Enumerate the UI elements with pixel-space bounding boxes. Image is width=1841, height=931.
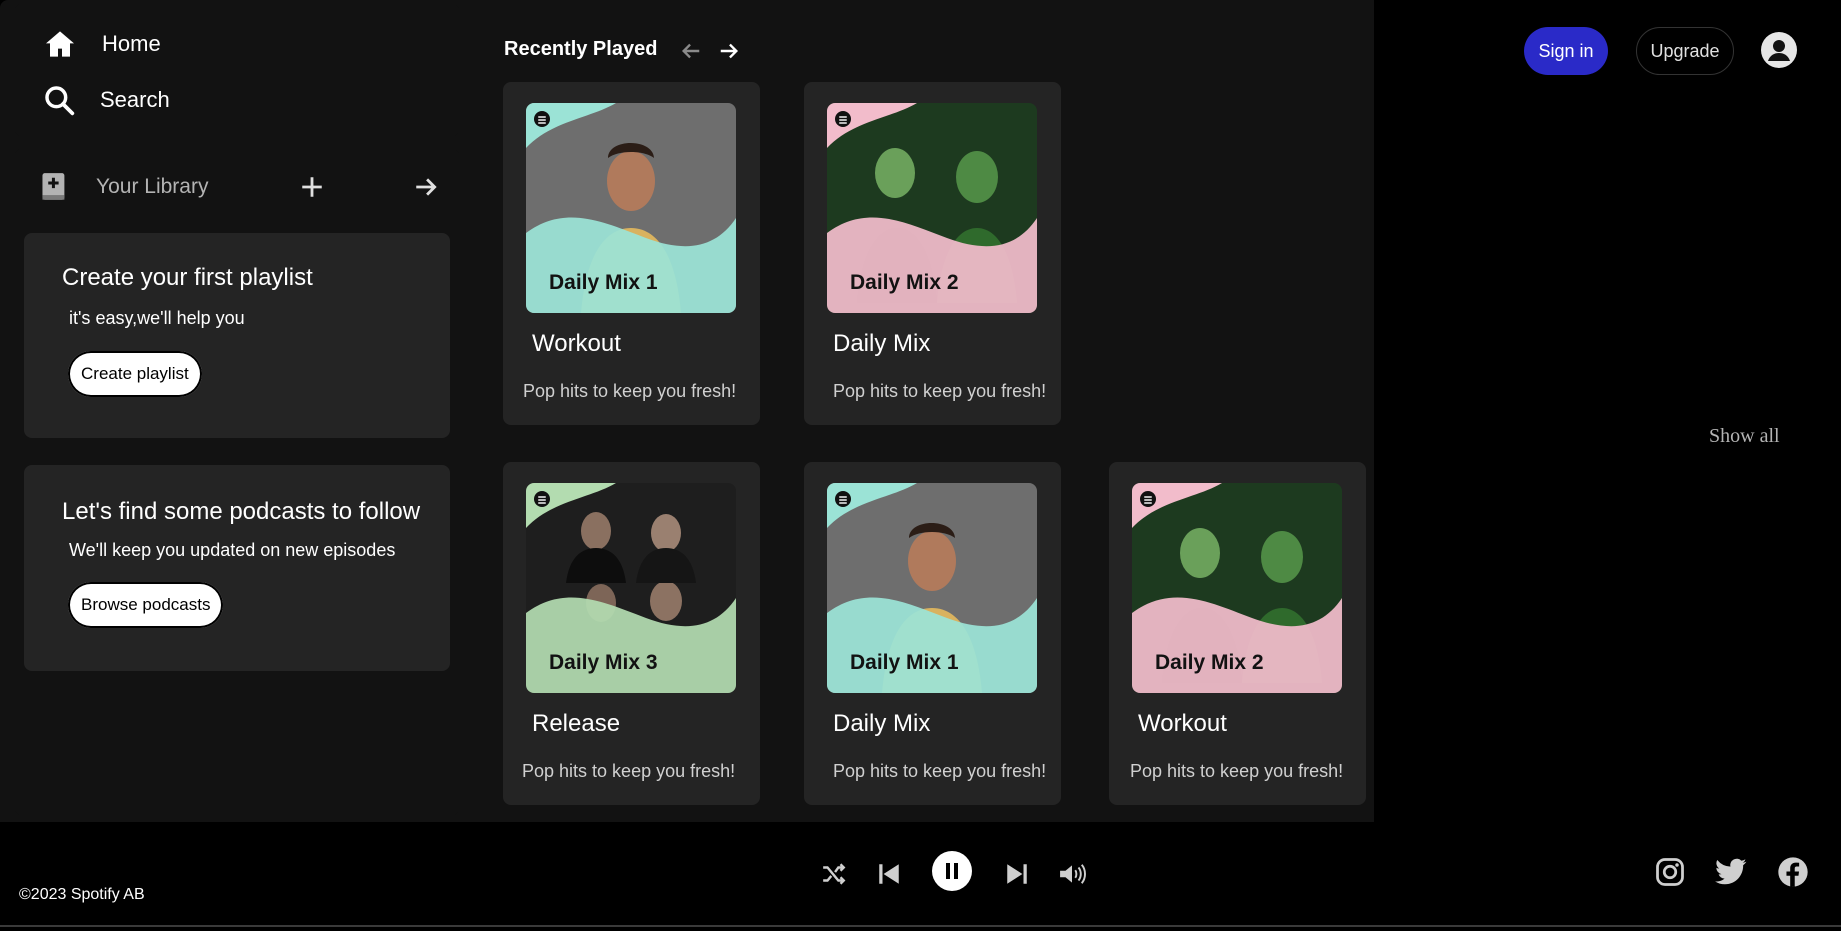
volume-icon [1060,864,1086,884]
nav-home[interactable]: Home [43,28,161,60]
cover-label: Daily Mix 1 [549,271,658,294]
card-name: Daily Mix [833,710,931,737]
previous-page-button[interactable] [680,38,702,69]
nav-panel: Home Search [14,3,460,137]
cover-art: Daily Mix 1 [526,103,736,313]
facebook-icon [1778,857,1808,887]
cover-label: Daily Mix 2 [850,271,959,294]
instagram-link[interactable] [1655,857,1685,892]
card-description: Pop hits to keep you fresh! [523,381,737,401]
playlist-card[interactable]: Daily Mix 1 Workout Pop hits to keep you… [503,82,760,425]
card-name: Release [532,710,621,737]
section-title: Recently Played [504,38,658,60]
shuffle-icon [823,863,846,885]
pause-icon [932,851,972,891]
nav-home-label: Home [102,31,161,56]
create-playlist-card: Create your first playlist it's easy,we'… [24,233,450,438]
card-description: Pop hits to keep you fresh! [522,761,736,781]
next-icon [1007,864,1027,884]
nav-search[interactable]: Search [43,84,170,116]
playlist-card[interactable]: Daily Mix 2 Daily Mix Pop hits to keep y… [804,82,1061,425]
podcasts-card: Let's find some podcasts to follow We'll… [24,465,450,671]
instagram-icon [1656,858,1684,886]
previous-button[interactable] [876,859,902,894]
plus-icon [302,177,322,197]
browse-podcasts-button[interactable]: Browse podcasts [68,582,224,628]
card-name: Workout [532,330,621,357]
bottom-divider [0,925,1841,927]
arrow-right-icon [720,43,739,59]
previous-icon [879,864,899,884]
show-all-link[interactable]: Show all [1709,425,1780,448]
cover-label: Daily Mix 2 [1155,651,1264,674]
volume-button[interactable] [1057,861,1087,892]
spotify-logo-icon [835,111,851,127]
library-header[interactable]: Your Library [40,172,208,202]
next-button[interactable] [1004,859,1030,894]
facebook-link[interactable] [1777,856,1809,893]
expand-library-button[interactable] [413,174,439,205]
create-plus-button[interactable] [299,174,325,205]
playlist-card-title: Create your first playlist [62,264,313,291]
card-description: Pop hits to keep you fresh! [1130,761,1344,781]
profile-icon [1761,32,1797,68]
cover-label: Daily Mix 3 [549,651,658,674]
spotify-logo-icon [534,111,550,127]
podcasts-card-subtitle: We'll keep you updated on new episodes [69,540,396,560]
home-icon [46,31,74,57]
playlist-card[interactable]: Daily Mix 1 Daily Mix Pop hits to keep y… [804,462,1061,805]
card-name: Daily Mix [833,330,931,357]
profile-button[interactable] [1761,32,1797,68]
card-description: Pop hits to keep you fresh! [833,761,1047,781]
search-icon [45,86,75,116]
cover-art: Daily Mix 3 [526,483,736,693]
cover-art: Daily Mix 2 [827,103,1037,313]
cover-art: Daily Mix 2 [1132,483,1342,693]
copyright-text: ©2023 Spotify AB [19,886,145,903]
spotify-logo-icon [534,491,550,507]
library-panel: Your Library Create your first playlist … [14,148,460,816]
nav-search-label: Search [100,87,170,112]
twitter-link[interactable] [1715,858,1747,891]
arrow-left-icon [681,43,700,59]
card-description: Pop hits to keep you fresh! [833,381,1047,401]
library-title: Your Library [96,175,209,198]
playlist-card[interactable]: Daily Mix 3 Release Pop hits to keep you… [503,462,760,805]
cover-art: Daily Mix 1 [827,483,1037,693]
next-page-button[interactable] [718,38,740,69]
twitter-icon [1715,858,1747,885]
playlist-card-subtitle: it's easy,we'll help you [69,308,245,328]
arrow-right-icon [416,178,437,196]
card-name: Workout [1138,710,1227,737]
library-icon [42,173,65,200]
upgrade-button[interactable]: Upgrade [1636,27,1734,75]
spotify-logo-icon [1140,491,1156,507]
playlist-card[interactable]: Daily Mix 2 Workout Pop hits to keep you… [1109,462,1366,805]
pause-button[interactable] [932,851,972,896]
player-bar: ©2023 Spotify AB [0,826,1841,931]
sign-in-button[interactable]: Sign in [1524,27,1608,75]
spotify-logo-icon [835,491,851,507]
podcasts-card-title: Let's find some podcasts to follow [62,498,421,525]
cover-label: Daily Mix 1 [850,651,959,674]
create-playlist-button[interactable]: Create playlist [68,351,202,397]
shuffle-button[interactable] [821,861,847,892]
